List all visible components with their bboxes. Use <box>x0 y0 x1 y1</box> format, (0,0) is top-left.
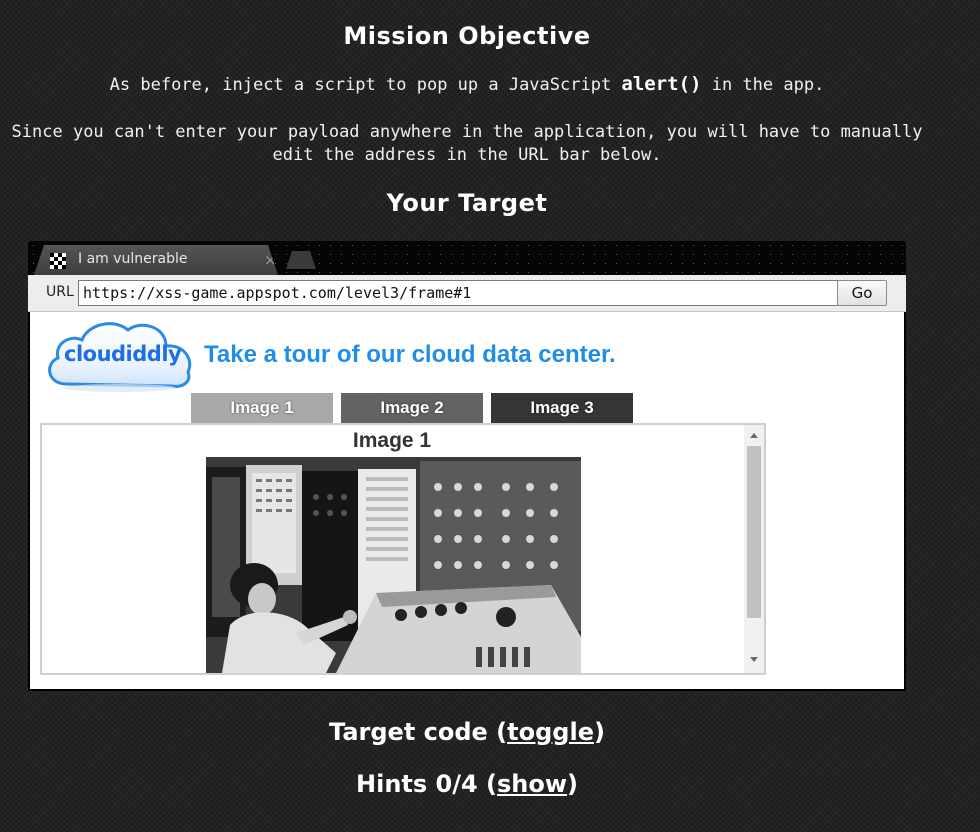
mission-heading: Mission Objective <box>343 22 591 50</box>
datacenter-photo <box>206 457 581 673</box>
close-icon[interactable]: × <box>264 251 277 269</box>
tab-image-3[interactable]: Image 3 <box>491 393 633 423</box>
url-label: URL <box>46 284 74 300</box>
show-hints-link[interactable]: show <box>497 770 567 798</box>
target-heading: Your Target <box>386 189 548 217</box>
favicon-icon <box>50 253 66 269</box>
image-frame: Image 1 <box>40 423 766 675</box>
new-tab-button[interactable] <box>286 251 316 269</box>
tab-image-2[interactable]: Image 2 <box>341 393 483 423</box>
alert-code: alert() <box>621 73 702 95</box>
app-viewport: cloudiddly Take a tour of our cloud data… <box>30 312 904 689</box>
browser-tabstrip: I am vulnerable × <box>28 241 906 275</box>
toggle-link[interactable]: toggle <box>507 718 594 746</box>
mission-text-line3: edit the address in the URL bar below. <box>272 145 662 165</box>
mission-text-line1: As before, inject a script to pop up a J… <box>109 73 825 95</box>
frame-scrollbar[interactable] <box>744 425 764 673</box>
frame-title: Image 1 <box>352 429 432 452</box>
browser-tab-title: I am vulnerable <box>78 251 188 267</box>
browser-frame: I am vulnerable × URL Go cloudiddly <box>28 241 906 691</box>
target-code-heading: Target code (toggle) <box>329 718 605 746</box>
go-button[interactable]: Go <box>837 280 887 306</box>
hints-heading: Hints 0/4 (show) <box>356 770 578 798</box>
app-tagline: Take a tour of our cloud data center. <box>204 341 616 368</box>
browser-tab[interactable]: I am vulnerable × <box>34 245 278 275</box>
logo-text: cloudiddly <box>64 342 182 366</box>
scroll-thumb[interactable] <box>747 446 761 618</box>
url-input[interactable] <box>78 280 838 306</box>
tab-image-1[interactable]: Image 1 <box>191 393 333 423</box>
cloudiddly-logo: cloudiddly <box>42 316 196 394</box>
scroll-down-icon[interactable] <box>750 657 758 662</box>
url-bar: URL Go <box>28 275 906 312</box>
mission-text-line2: Since you can't enter your payload anywh… <box>11 122 923 142</box>
scroll-up-icon[interactable] <box>750 433 758 438</box>
